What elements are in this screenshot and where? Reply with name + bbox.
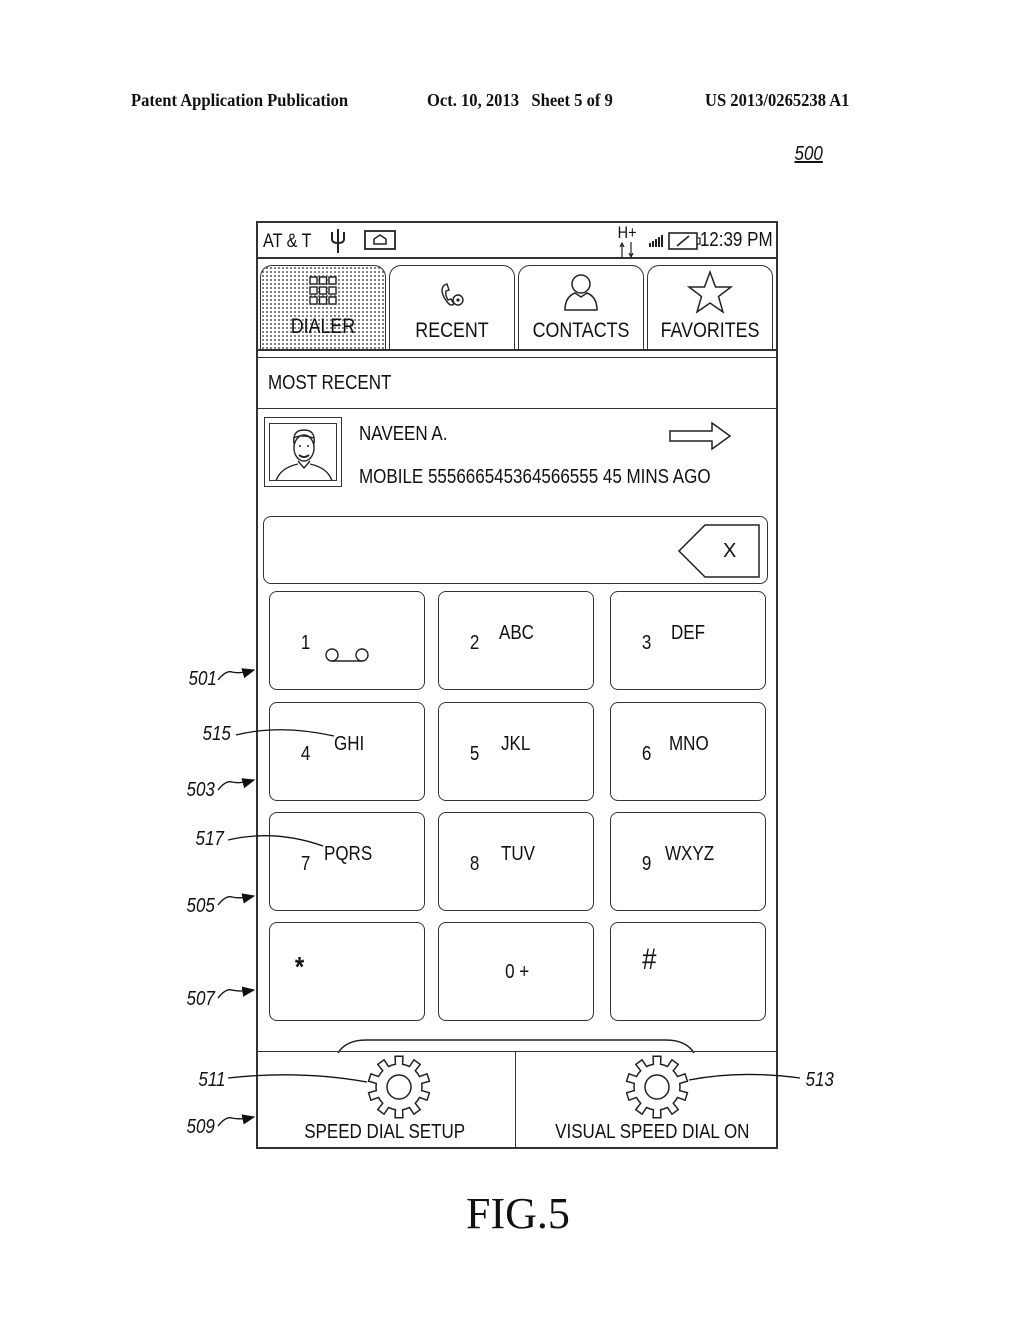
key-letters: PQRS: [324, 843, 373, 865]
tab-dialer[interactable]: DIALER: [260, 265, 386, 349]
publication-number: US 2013/0265238 A1: [705, 90, 850, 110]
key-9[interactable]: 9 WXYZ: [610, 812, 766, 911]
ref-507: 507: [186, 988, 215, 1010]
ref-501: 501: [188, 668, 217, 690]
clock-label: 12:39 PM: [700, 229, 773, 251]
gear-hub: [644, 1074, 670, 1100]
leader-501: [217, 668, 256, 681]
status-bar: AT & T H+ 12:39 PM: [258, 223, 776, 259]
key-letters: JKL: [501, 733, 531, 755]
gear-icon: [625, 1055, 689, 1119]
leader-509: [217, 1114, 256, 1127]
key-0[interactable]: 0 +: [438, 922, 594, 1021]
phone-clock-icon: [441, 283, 464, 306]
backspace-icon: [677, 524, 760, 578]
keypad-icon: [309, 276, 337, 305]
speed-dial-setup-label: SPEED DIAL SETUP: [304, 1121, 466, 1143]
backspace-button[interactable]: X: [677, 523, 761, 584]
arrow-right-icon[interactable]: [668, 421, 732, 451]
most-recent-heading: MOST RECENT: [268, 372, 392, 394]
ref-517: 517: [195, 828, 224, 850]
key-digit: 6: [641, 743, 652, 765]
tab-recent[interactable]: RECENT: [389, 265, 515, 349]
network-type-label: H+: [617, 223, 637, 242]
key-digit: 3: [641, 632, 652, 654]
gear-hub: [386, 1074, 412, 1100]
leader-505: [217, 893, 256, 906]
publication-label: Patent Application Publication: [131, 90, 349, 110]
key-digit: 1: [300, 632, 311, 654]
key-1[interactable]: 1: [269, 591, 425, 690]
key-letters: WXYZ: [665, 843, 715, 865]
key-letters: ABC: [499, 622, 534, 644]
speed-dial-setup-button[interactable]: SPEED DIAL SETUP: [258, 1052, 515, 1146]
key-digit: 5: [469, 743, 480, 765]
phone-screen: AT & T H+ 12:39 PM DIALER RECENT CONTACT…: [256, 221, 778, 1149]
key-digit: 9: [641, 853, 652, 875]
tab-label: DIALER: [290, 315, 356, 338]
ref-515: 515: [202, 723, 231, 745]
key-4[interactable]: 4 GHI: [269, 702, 425, 801]
key-digit: #: [642, 943, 657, 976]
contact-detail: MOBILE 555666545364566555 45 MINS AGO: [359, 466, 711, 488]
usb-icon: [331, 229, 345, 253]
tab-label: CONTACTS: [532, 319, 630, 342]
figure-caption: FIG.5: [466, 1189, 570, 1238]
key-digit: 0 +: [505, 961, 530, 983]
signal-icon: [649, 235, 663, 247]
backspace-label: X: [723, 540, 737, 562]
key-letters: DEF: [671, 622, 705, 644]
visual-speed-dial-toggle[interactable]: VISUAL SPEED DIAL ON: [516, 1052, 776, 1146]
gear-icon: [367, 1055, 431, 1119]
key-letters: MNO: [669, 733, 709, 755]
tab-label: RECENT: [415, 319, 489, 342]
key-digit: 7: [300, 853, 311, 875]
key-5[interactable]: 5 JKL: [438, 702, 594, 801]
speed-dial-bar: SPEED DIAL SETUP VISUAL SPEED DIAL ON: [258, 1051, 776, 1147]
ref-505: 505: [186, 895, 215, 917]
leader-507: [217, 986, 256, 999]
tab-contacts[interactable]: CONTACTS: [518, 265, 644, 349]
contact-portrait-icon: [275, 429, 333, 480]
key-3[interactable]: 3 DEF: [610, 591, 766, 690]
key-6[interactable]: 6 MNO: [610, 702, 766, 801]
tab-label: FAVORITES: [660, 319, 760, 342]
tab-divider: [258, 349, 776, 351]
key-digit: 4: [300, 743, 311, 765]
visual-speed-dial-label: VISUAL SPEED DIAL ON: [555, 1121, 750, 1143]
key-digit: 8: [469, 853, 480, 875]
carrier-label: AT & T: [263, 231, 312, 252]
ref-509: 509: [186, 1116, 215, 1138]
person-icon: [564, 274, 598, 311]
key-letters: TUV: [501, 843, 535, 865]
key-digit: *: [294, 951, 305, 982]
key-digit: 2: [469, 632, 480, 654]
tab-bar: DIALER RECENT CONTACTS FAVORITES: [258, 259, 776, 351]
avatar: [264, 417, 342, 487]
leader-503: [217, 778, 256, 791]
battery-icon: [668, 232, 701, 250]
tab-favorites[interactable]: FAVORITES: [647, 265, 773, 349]
contact-name: NAVEEN A.: [359, 423, 448, 445]
voicemail-icon: [325, 648, 369, 662]
key-2[interactable]: 2 ABC: [438, 591, 594, 690]
most-recent-header: MOST RECENT: [258, 357, 776, 409]
key-7[interactable]: 7 PQRS: [269, 812, 425, 911]
key-8[interactable]: 8 TUV: [438, 812, 594, 911]
network-arrows-icon: [619, 241, 634, 259]
key-letters: GHI: [334, 733, 365, 755]
ref-503: 503: [186, 779, 215, 801]
number-entry-field[interactable]: X: [263, 516, 768, 584]
key-hash[interactable]: #: [610, 922, 766, 1021]
star-icon: [687, 270, 733, 314]
ref-513: 513: [805, 1069, 834, 1091]
key-star[interactable]: *: [269, 922, 425, 1021]
ref-511: 511: [198, 1069, 226, 1091]
figure-reference-500: 500: [794, 143, 823, 165]
publication-date-sheet: Oct. 10, 2013 Sheet 5 of 9: [427, 90, 613, 110]
notification-icon: [364, 230, 396, 250]
recent-contact-row[interactable]: NAVEEN A. MOBILE 555666545364566555 45 M…: [258, 409, 776, 499]
